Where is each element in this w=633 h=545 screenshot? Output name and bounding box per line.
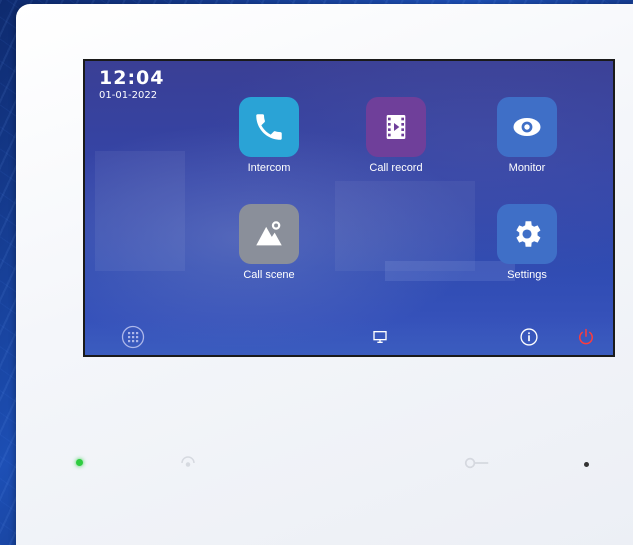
- status-led-green: [76, 459, 83, 466]
- app-monitor[interactable]: Monitor: [482, 97, 572, 174]
- clock-date: 01-01-2022: [99, 90, 158, 101]
- app-call-record[interactable]: Call record: [351, 97, 441, 174]
- touch-screen: 12:04 01-01-2022 Intercom Call record Mo…: [83, 59, 615, 357]
- mountain-icon: [239, 204, 299, 264]
- app-label: Settings: [507, 269, 547, 281]
- talk-key-icon[interactable]: [464, 456, 490, 475]
- power-icon[interactable]: [576, 327, 596, 347]
- unlock-key-icon[interactable]: [178, 454, 198, 477]
- bottom-bar: [85, 319, 613, 355]
- app-label: Intercom: [247, 162, 291, 174]
- background-scene-shape: [335, 181, 475, 271]
- status-clock: 12:04 01-01-2022: [99, 67, 164, 101]
- app-label: Call record: [369, 162, 423, 174]
- app-label: Monitor: [508, 162, 546, 174]
- app-call-scene[interactable]: Call scene: [224, 204, 314, 281]
- grid-dial-icon[interactable]: [121, 325, 145, 349]
- status-led-dark: [584, 462, 589, 467]
- info-icon[interactable]: [519, 327, 539, 347]
- phone-icon: [239, 97, 299, 157]
- app-label: Call scene: [243, 269, 295, 281]
- display-icon[interactable]: [370, 327, 390, 347]
- film-icon: [366, 97, 426, 157]
- gear-icon: [497, 204, 557, 264]
- background-scene-shape: [95, 151, 185, 271]
- app-intercom[interactable]: Intercom: [224, 97, 314, 174]
- app-settings[interactable]: Settings: [482, 204, 572, 281]
- clock-time: 12:04: [99, 67, 165, 89]
- intercom-device-panel: 12:04 01-01-2022 Intercom Call record Mo…: [16, 4, 633, 545]
- eye-icon: [497, 97, 557, 157]
